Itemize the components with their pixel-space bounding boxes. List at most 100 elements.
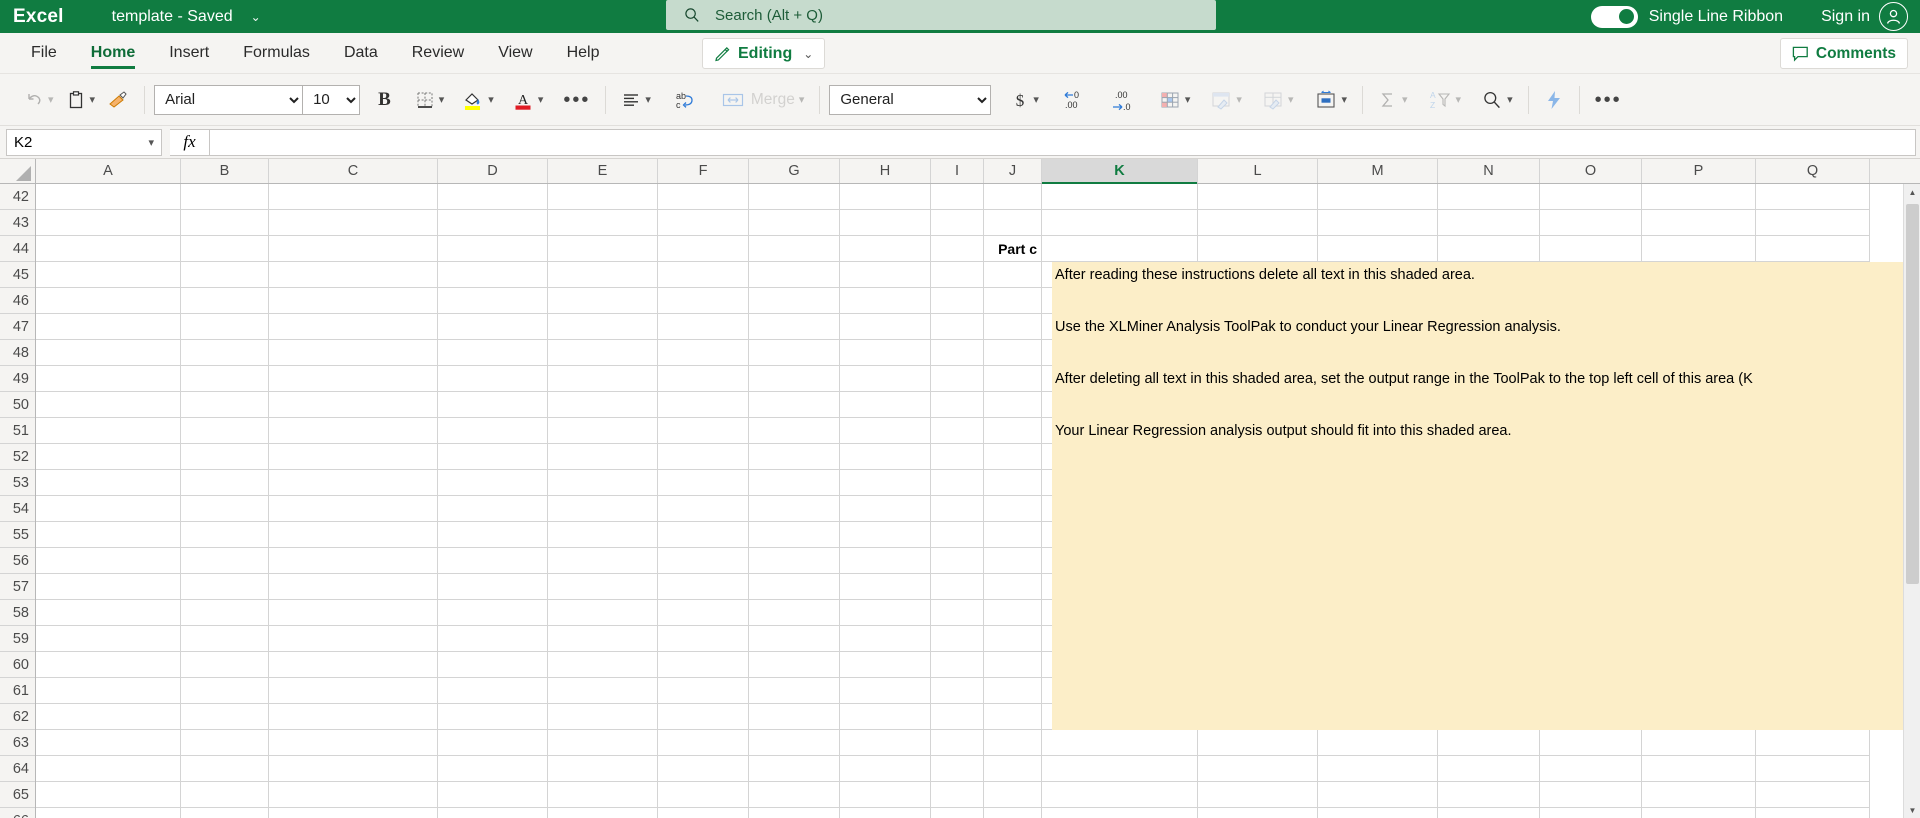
cell-G46[interactable]: [749, 288, 840, 314]
cell-B64[interactable]: [181, 756, 269, 782]
cell-Q52[interactable]: [1756, 444, 1870, 470]
cell-J55[interactable]: [984, 522, 1042, 548]
cell-J46[interactable]: [984, 288, 1042, 314]
cell-C50[interactable]: [269, 392, 438, 418]
cell-J52[interactable]: [984, 444, 1042, 470]
cell-G53[interactable]: [749, 470, 840, 496]
cell-M47[interactable]: [1318, 314, 1438, 340]
cell-C63[interactable]: [269, 730, 438, 756]
cell-C47[interactable]: [269, 314, 438, 340]
cell-L62[interactable]: [1198, 704, 1318, 730]
cell-Q54[interactable]: [1756, 496, 1870, 522]
cell-O50[interactable]: [1540, 392, 1642, 418]
cell-E62[interactable]: [548, 704, 658, 730]
cell-O64[interactable]: [1540, 756, 1642, 782]
cell-G52[interactable]: [749, 444, 840, 470]
cell-P44[interactable]: [1642, 236, 1756, 262]
cell-P63[interactable]: [1642, 730, 1756, 756]
cell-N54[interactable]: [1438, 496, 1540, 522]
cell-P55[interactable]: [1642, 522, 1756, 548]
cell-G43[interactable]: [749, 210, 840, 236]
overflow-button[interactable]: •••: [1589, 80, 1628, 120]
cell-M64[interactable]: [1318, 756, 1438, 782]
cell-F54[interactable]: [658, 496, 749, 522]
cell-A65[interactable]: [36, 782, 181, 808]
cell-G56[interactable]: [749, 548, 840, 574]
fill-color-button[interactable]: ▾: [456, 80, 500, 120]
cell-A57[interactable]: [36, 574, 181, 600]
row-header-57[interactable]: 57: [0, 574, 35, 600]
tab-formulas[interactable]: Formulas: [226, 33, 327, 73]
cell-J61[interactable]: [984, 678, 1042, 704]
cell-G61[interactable]: [749, 678, 840, 704]
cell-N42[interactable]: [1438, 184, 1540, 210]
cell-O51[interactable]: [1540, 418, 1642, 444]
cell-G66[interactable]: [749, 808, 840, 818]
column-header-l[interactable]: L: [1198, 159, 1318, 183]
cell-F53[interactable]: [658, 470, 749, 496]
cell-F44[interactable]: [658, 236, 749, 262]
cell-K64[interactable]: [1042, 756, 1198, 782]
cell-K47[interactable]: [1042, 314, 1198, 340]
cell-Q58[interactable]: [1756, 600, 1870, 626]
cell-B50[interactable]: [181, 392, 269, 418]
cell-N45[interactable]: [1438, 262, 1540, 288]
cell-A55[interactable]: [36, 522, 181, 548]
row-header-54[interactable]: 54: [0, 496, 35, 522]
cell-O52[interactable]: [1540, 444, 1642, 470]
cell-G55[interactable]: [749, 522, 840, 548]
cell-B45[interactable]: [181, 262, 269, 288]
cell-D63[interactable]: [438, 730, 548, 756]
cell-H55[interactable]: [840, 522, 931, 548]
cell-N56[interactable]: [1438, 548, 1540, 574]
cell-I58[interactable]: [931, 600, 984, 626]
cell-K61[interactable]: [1042, 678, 1198, 704]
cell-B52[interactable]: [181, 444, 269, 470]
font-size-select[interactable]: 10: [303, 84, 361, 115]
cell-H59[interactable]: [840, 626, 931, 652]
cell-H61[interactable]: [840, 678, 931, 704]
cell-A54[interactable]: [36, 496, 181, 522]
cell-J45[interactable]: [984, 262, 1042, 288]
cell-A45[interactable]: [36, 262, 181, 288]
decrease-decimal-button[interactable]: 0 .00: [1055, 80, 1093, 120]
cell-F60[interactable]: [658, 652, 749, 678]
cell-P61[interactable]: [1642, 678, 1756, 704]
scroll-up-button[interactable]: ▲: [1904, 184, 1920, 201]
cell-B44[interactable]: [181, 236, 269, 262]
cell-Q42[interactable]: [1756, 184, 1870, 210]
search-input[interactable]: [713, 5, 1153, 25]
cell-J64[interactable]: [984, 756, 1042, 782]
cell-G63[interactable]: [749, 730, 840, 756]
cell-C51[interactable]: [269, 418, 438, 444]
cell-H62[interactable]: [840, 704, 931, 730]
cell-A63[interactable]: [36, 730, 181, 756]
cell-L48[interactable]: [1198, 340, 1318, 366]
cell-H63[interactable]: [840, 730, 931, 756]
cell-D53[interactable]: [438, 470, 548, 496]
cell-J49[interactable]: [984, 366, 1042, 392]
cell-O42[interactable]: [1540, 184, 1642, 210]
cell-G42[interactable]: [749, 184, 840, 210]
cell-F59[interactable]: [658, 626, 749, 652]
row-header-49[interactable]: 49: [0, 366, 35, 392]
cell-P62[interactable]: [1642, 704, 1756, 730]
tab-home[interactable]: Home: [74, 33, 152, 73]
cell-A47[interactable]: [36, 314, 181, 340]
single-line-ribbon-toggle[interactable]: [1590, 5, 1638, 28]
row-header-47[interactable]: 47: [0, 314, 35, 340]
row-header-61[interactable]: 61: [0, 678, 35, 704]
row-header-44[interactable]: 44: [0, 236, 35, 262]
cell-D51[interactable]: [438, 418, 548, 444]
cell-Q59[interactable]: [1756, 626, 1870, 652]
cell-F57[interactable]: [658, 574, 749, 600]
cell-M53[interactable]: [1318, 470, 1438, 496]
cell-P64[interactable]: [1642, 756, 1756, 782]
cell-P48[interactable]: [1642, 340, 1756, 366]
cell-A62[interactable]: [36, 704, 181, 730]
cell-C53[interactable]: [269, 470, 438, 496]
cell-I55[interactable]: [931, 522, 984, 548]
column-header-p[interactable]: P: [1642, 159, 1756, 183]
cell-E59[interactable]: [548, 626, 658, 652]
cell-N48[interactable]: [1438, 340, 1540, 366]
